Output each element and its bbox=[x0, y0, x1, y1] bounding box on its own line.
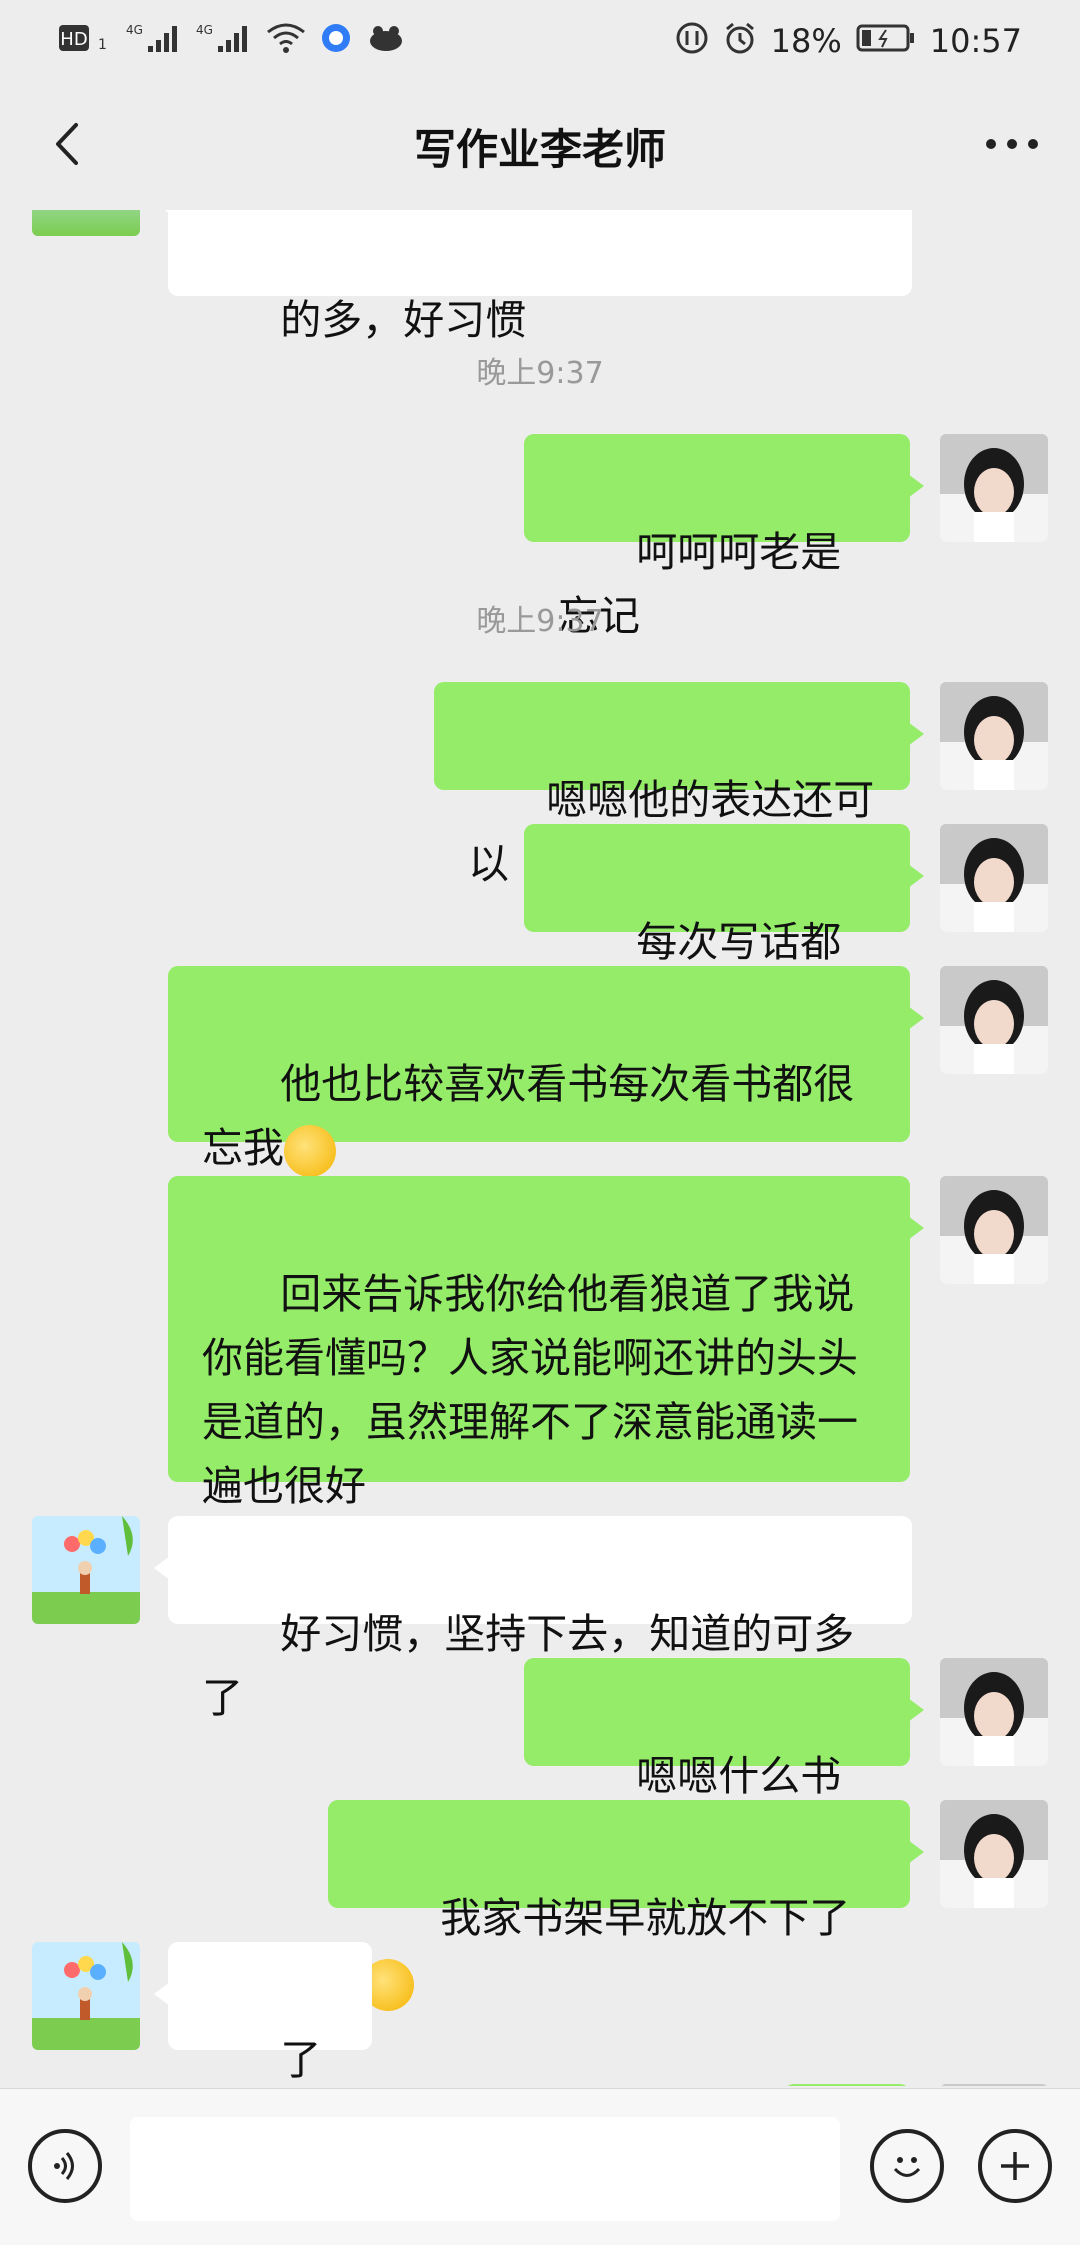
emoji-icon bbox=[893, 2157, 921, 2177]
message-bubble-outgoing[interactable]: 嗯嗯什么书都看 bbox=[524, 1658, 924, 1864]
more-button[interactable] bbox=[972, 104, 1052, 184]
more-icon bbox=[986, 139, 1038, 149]
my-avatar[interactable] bbox=[940, 1658, 1048, 1766]
message-bubble-outgoing[interactable]: 回来告诉我你给他看狼道了我说你能看懂吗？人家说能啊还讲的头头是道的，虽然理解不了… bbox=[168, 1176, 924, 1510]
contact-avatar[interactable] bbox=[32, 1516, 140, 1624]
status-right: 18% 10:57 bbox=[675, 21, 1022, 62]
status-bar: HD 1 4G 4G 18% 10:57 bbox=[0, 0, 1080, 82]
my-avatar[interactable] bbox=[940, 966, 1048, 1074]
message-bubble-outgoing[interactable]: 他也比较喜欢看书每次看书都很忘我 bbox=[168, 966, 924, 1177]
wifi-icon bbox=[266, 22, 306, 61]
svg-text:1: 1 bbox=[98, 37, 107, 53]
message-bubble-outgoing[interactable]: 每次写话都不错 bbox=[524, 824, 924, 1030]
battery-percent: 18% bbox=[770, 22, 842, 60]
back-button[interactable] bbox=[28, 104, 108, 184]
plus-icon bbox=[1001, 2152, 1029, 2180]
facepalm-emoji-icon bbox=[284, 1125, 336, 1177]
data-saver-icon bbox=[675, 21, 709, 62]
chat-header: 写作业李老师 bbox=[0, 82, 1080, 210]
message-bubble-outgoing[interactable]: 我家书架早就放不下了 bbox=[328, 1800, 924, 2011]
message-timestamp: 晚上9:37 bbox=[476, 356, 604, 391]
my-avatar[interactable] bbox=[940, 824, 1048, 932]
emoji-button[interactable] bbox=[870, 2129, 944, 2203]
message-text: 我家书架早就放不下了 bbox=[440, 1894, 851, 1942]
message-bubble-incoming[interactable]: 的多，好习惯 bbox=[154, 210, 912, 344]
svg-text:4G: 4G bbox=[196, 23, 213, 37]
input-bar bbox=[0, 2088, 1080, 2245]
message-text: 回来告诉我你给他看狼道了我说你能看懂吗？人家说能啊还讲的头头是道的，虽然理解不了… bbox=[202, 1270, 858, 1510]
contact-avatar[interactable] bbox=[32, 1942, 140, 2050]
message-text: 了不起 bbox=[280, 2036, 322, 2084]
voice-icon bbox=[54, 2152, 74, 2180]
my-avatar[interactable] bbox=[940, 1800, 1048, 1908]
status-left: HD 1 4G 4G bbox=[58, 22, 406, 61]
svg-text:HD: HD bbox=[60, 29, 87, 50]
app-notification-icon bbox=[366, 22, 406, 61]
battery-icon bbox=[856, 23, 916, 60]
svg-text:4G: 4G bbox=[126, 23, 143, 37]
my-avatar[interactable] bbox=[940, 682, 1048, 790]
hd-icon: HD 1 bbox=[58, 23, 112, 60]
my-avatar[interactable] bbox=[940, 2084, 1048, 2086]
message-input[interactable] bbox=[130, 2117, 840, 2221]
chat-title: 写作业李老师 bbox=[413, 124, 666, 174]
chat-messages[interactable]: 的多，好习惯 晚上9:37 呵呵呵老是忘记 晚上9:37 嗯嗯他的表达还可以 每… bbox=[0, 210, 1080, 2086]
message-bubble-outgoing[interactable] bbox=[784, 2084, 910, 2086]
message-text: 的多，好习惯 bbox=[280, 296, 527, 344]
alarm-icon bbox=[723, 21, 757, 62]
message-bubble-incoming[interactable]: 了不起 bbox=[154, 1942, 372, 2084]
message-bubble-outgoing[interactable]: 嗯嗯他的表达还可以 bbox=[434, 682, 924, 888]
signal-icon-2: 4G bbox=[196, 22, 252, 61]
clock-time: 10:57 bbox=[929, 22, 1022, 60]
signal-icon: 4G bbox=[126, 22, 182, 61]
message-bubble-incoming[interactable]: 好习惯，坚持下去，知道的可多了 bbox=[154, 1516, 912, 1722]
my-avatar[interactable] bbox=[940, 1176, 1048, 1284]
my-avatar[interactable] bbox=[940, 434, 1048, 542]
chevron-left-icon bbox=[56, 123, 78, 165]
voice-button[interactable] bbox=[28, 2129, 102, 2203]
message-bubble-outgoing[interactable]: 呵呵呵老是忘记 bbox=[524, 434, 924, 640]
message-timestamp: 晚上9:37 bbox=[476, 604, 604, 639]
more-actions-button[interactable] bbox=[978, 2129, 1052, 2203]
browser-app-icon bbox=[320, 22, 352, 61]
contact-avatar[interactable] bbox=[32, 210, 140, 236]
